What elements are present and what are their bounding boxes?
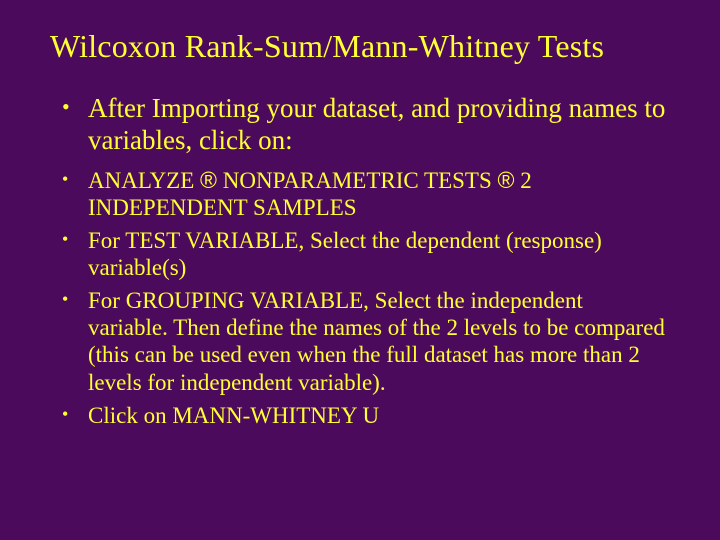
- step-3: For GROUPING VARIABLE, Select the indepe…: [54, 287, 666, 396]
- step-1: ANALYZE ® NONPARAMETRIC TESTS ® 2 INDEPE…: [54, 167, 666, 221]
- intro-bullet: After Importing your dataset, and provid…: [54, 93, 666, 157]
- intro-text: After Importing your dataset, and provid…: [88, 93, 665, 155]
- step-3-text: For GROUPING VARIABLE, Select the indepe…: [88, 288, 665, 394]
- steps-list: ANALYZE ® NONPARAMETRIC TESTS ® 2 INDEPE…: [48, 167, 672, 429]
- step-2-text: For TEST VARIABLE, Select the dependent …: [88, 228, 602, 280]
- step-4-text: Click on MANN-WHITNEY U: [88, 403, 379, 428]
- step-4: Click on MANN-WHITNEY U: [54, 402, 666, 429]
- slide: Wilcoxon Rank-Sum/Mann-Whitney Tests Aft…: [0, 0, 720, 540]
- step-1-part-a: ANALYZE: [88, 168, 200, 193]
- body-list: After Importing your dataset, and provid…: [48, 93, 672, 157]
- step-2: For TEST VARIABLE, Select the dependent …: [54, 227, 666, 281]
- step-1-part-b: NONPARAMETRIC TESTS: [217, 168, 498, 193]
- arrow-icon: ®: [200, 167, 217, 193]
- slide-title: Wilcoxon Rank-Sum/Mann-Whitney Tests: [50, 28, 672, 65]
- arrow-icon: ®: [498, 167, 515, 193]
